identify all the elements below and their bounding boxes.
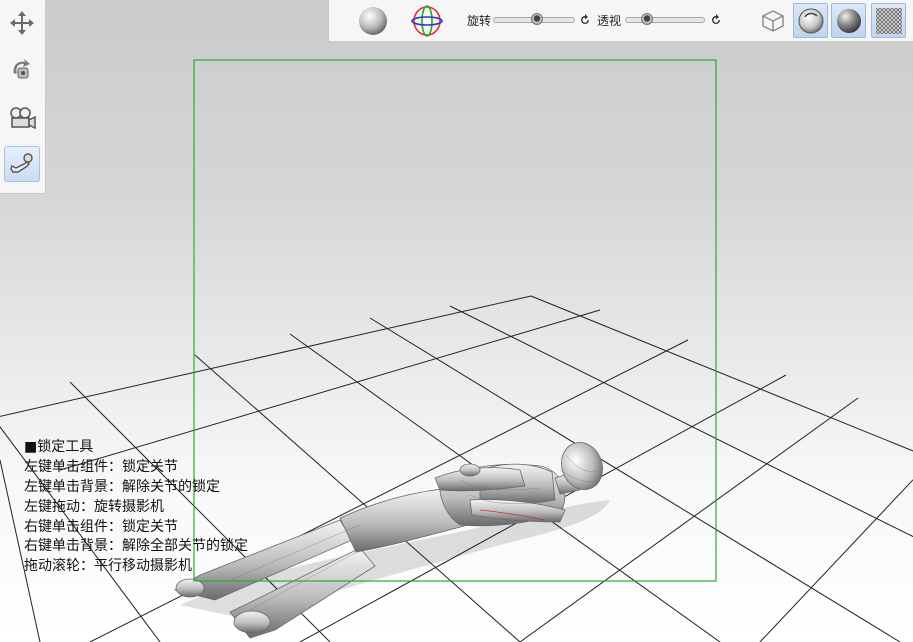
reset-perspective-button[interactable]	[710, 0, 722, 40]
reset-rotate-button[interactable]	[579, 0, 591, 40]
camera-tool-button[interactable]	[4, 100, 40, 136]
help-line: 右键单击背景：解除全部关节的锁定	[24, 538, 248, 555]
reset-rotate-icon	[581, 14, 589, 24]
perspective-slider[interactable]	[625, 13, 705, 25]
help-title: ■锁定工具	[24, 439, 94, 455]
pose-rotate-icon	[13, 59, 30, 79]
pose-rotate-tool-button[interactable]	[4, 52, 40, 88]
perspective-slider-knob[interactable]	[641, 13, 653, 25]
help-line: 左键单击背景：解除关节的锁定	[24, 478, 220, 495]
wireframe-button[interactable]	[755, 3, 790, 38]
lighting-button[interactable]	[793, 3, 828, 38]
rotate-label: 旋转	[467, 13, 492, 28]
rotate-slider-knob[interactable]	[531, 13, 543, 25]
gizmo-axes-icon	[410, 4, 443, 37]
camera-icon	[10, 107, 36, 130]
move-tool-button[interactable]	[4, 5, 40, 41]
move-arrows-icon	[10, 11, 34, 35]
background-button[interactable]	[871, 3, 906, 38]
lighting-sphere-icon	[798, 8, 823, 33]
shaded-button[interactable]	[831, 3, 866, 38]
shading-button[interactable]	[355, 3, 390, 38]
shaded-sphere-icon	[836, 8, 861, 33]
help-line: 左键拖动：旋转摄影机	[24, 498, 164, 515]
gizmo-button[interactable]	[409, 3, 444, 38]
lock-tool-help-text: ■锁定工具 左键单击组件：锁定关节 左键单击背景：解除关节的锁定 左键拖动：旋转…	[24, 438, 248, 577]
wireframe-cube-icon	[761, 9, 784, 32]
shading-sphere-icon	[358, 6, 387, 35]
help-line: 右键单击组件：锁定关节	[24, 518, 178, 535]
help-line: 左键单击组件：锁定关节	[24, 458, 178, 475]
rotate-slider[interactable]	[493, 13, 575, 25]
top-toolbar: 旋转 透视	[328, 0, 913, 42]
left-toolbar	[0, 0, 46, 194]
joint-lock-icon	[10, 153, 33, 173]
help-line: 拖动滚轮：平行移动摄影机	[24, 558, 192, 575]
perspective-label: 透视	[597, 13, 622, 28]
joint-lock-tool-button[interactable]	[4, 146, 40, 182]
reset-perspective-icon	[712, 14, 720, 24]
background-pattern-icon	[875, 7, 902, 34]
